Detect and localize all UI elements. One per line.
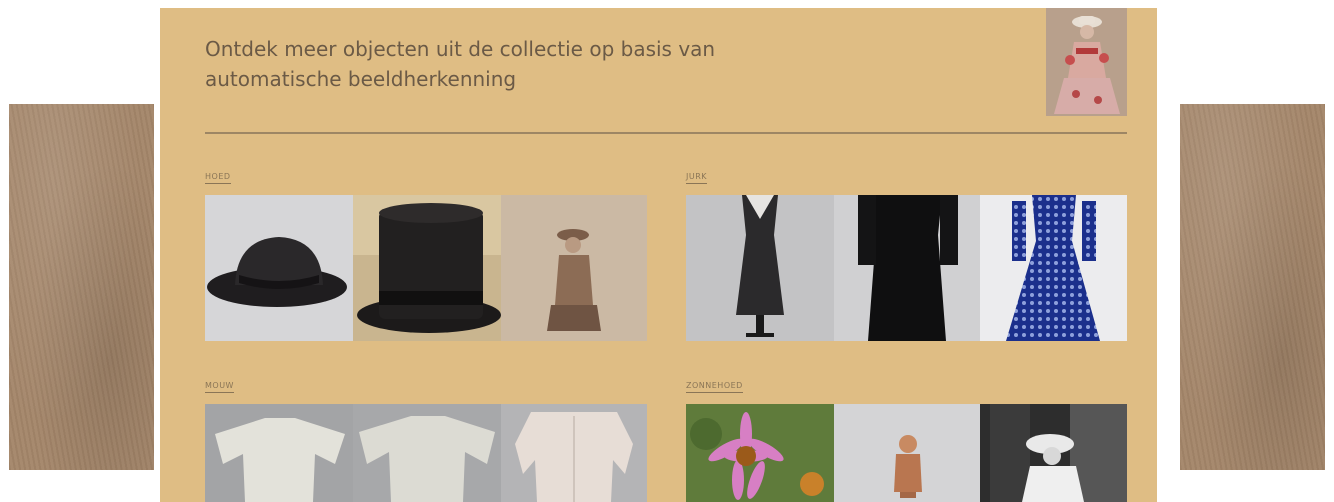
source-object-thumbnail[interactable]	[1046, 8, 1127, 116]
right-texture-panel	[1180, 104, 1325, 470]
jurk-image-2[interactable]	[834, 195, 980, 341]
jurk-image-1[interactable]	[686, 195, 834, 341]
category-label-zonnehoed[interactable]: ZONNEHOED	[686, 381, 743, 393]
zonnehoed-image-3[interactable]	[980, 404, 1127, 502]
jurk-image-3[interactable]	[980, 195, 1127, 341]
recommendation-panel: Ontdek meer objecten uit de collectie op…	[160, 8, 1157, 502]
hoed-image-3[interactable]	[501, 195, 647, 341]
mouw-image-1[interactable]	[205, 404, 353, 502]
zonnehoed-image-2[interactable]	[834, 404, 980, 502]
zonnehoed-image-1[interactable]	[686, 404, 834, 502]
section-divider	[205, 132, 1127, 134]
category-label-mouw[interactable]: MOUW	[205, 381, 234, 393]
hoed-image-1[interactable]	[205, 195, 353, 341]
hoed-image-2[interactable]	[353, 195, 501, 341]
mouw-image-2[interactable]	[353, 404, 501, 502]
left-texture-panel	[9, 104, 154, 470]
intro-heading: Ontdek meer objecten uit de collectie op…	[205, 37, 716, 91]
category-label-jurk[interactable]: JURK	[686, 172, 708, 184]
mouw-image-3[interactable]	[501, 404, 647, 502]
category-label-hoed[interactable]: HOED	[205, 172, 231, 184]
